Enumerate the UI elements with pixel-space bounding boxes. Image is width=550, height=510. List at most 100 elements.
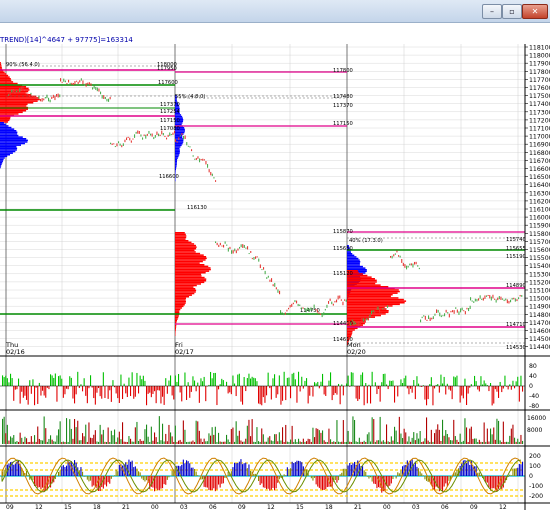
osc3-bar (493, 476, 495, 489)
osc3-bar (365, 471, 367, 476)
candle (331, 301, 333, 305)
volume-profile-bar (0, 152, 13, 154)
osc1-bar (442, 383, 444, 386)
osc1-bar (102, 372, 104, 386)
volume-bar (165, 433, 167, 444)
candle (205, 160, 207, 165)
volume-profile-bar (175, 240, 189, 242)
volume-profile-bar (0, 119, 10, 122)
osc3-bar (184, 463, 186, 476)
trading-chart[interactable]: 1180001179501176001173701172541171501170… (0, 0, 550, 510)
profile-annotation: 55% (4.8.0) (175, 94, 205, 100)
osc3-bar (165, 476, 167, 485)
volume-profile-bar (175, 244, 196, 247)
candle (410, 263, 412, 266)
candle (510, 299, 512, 303)
osc1-bar (312, 386, 314, 397)
osc3-bar (246, 468, 248, 476)
candle (363, 318, 365, 322)
osc1-bar (144, 380, 146, 386)
osc1-bar (48, 386, 50, 390)
volume-bar (411, 437, 413, 444)
osc3-bar (266, 476, 268, 490)
volume-bar (174, 425, 176, 444)
osc1-bar (394, 386, 396, 403)
candle (219, 242, 221, 246)
osc1-bar (123, 383, 125, 386)
volume-profile-bar (175, 283, 201, 285)
osc1-bar (485, 383, 487, 386)
candle (444, 313, 446, 317)
osc1-bar (235, 386, 237, 397)
candle (264, 270, 266, 275)
price-axis-label: 116000 (529, 215, 550, 222)
candle (90, 83, 92, 86)
volume-bar (243, 441, 245, 444)
volume-bar (378, 440, 380, 444)
volume-bar (251, 419, 253, 444)
osc3-bar (26, 471, 28, 476)
volume-bar (262, 434, 264, 444)
candle (229, 246, 231, 250)
osc3-bar (210, 476, 212, 491)
candle (181, 132, 183, 136)
osc1-bar (408, 386, 410, 395)
candle (294, 300, 296, 303)
osc1-bar (109, 386, 111, 391)
volume-bar (10, 436, 12, 444)
candle (27, 93, 29, 95)
volume-bar (435, 429, 437, 444)
candle (476, 299, 478, 302)
candle (95, 86, 97, 90)
osc1-panel (0, 357, 525, 409)
osc1-bar (27, 386, 29, 405)
osc1-bar (325, 386, 327, 396)
candle (162, 133, 164, 136)
candle (66, 83, 68, 85)
price-axis-label: 115000 (529, 296, 550, 303)
candle (239, 246, 241, 249)
volume-bar (99, 424, 101, 444)
osc3-bar (237, 463, 239, 476)
candle (332, 303, 334, 306)
osc3-bar (274, 476, 276, 491)
time-axis-label: 12 (35, 504, 43, 510)
osc3-bar (336, 476, 338, 483)
candle (423, 315, 425, 317)
osc1-bar (118, 386, 120, 403)
volume-bar (424, 438, 426, 444)
candle (289, 305, 291, 308)
candle (482, 297, 484, 301)
volume-profile-bar (0, 97, 40, 99)
osc1-bar (365, 383, 367, 386)
osc1-bar (374, 382, 376, 386)
candle (150, 133, 152, 136)
volume-bar (397, 441, 399, 444)
osc3-bar (374, 476, 376, 485)
osc3-bar (445, 476, 447, 484)
candle (458, 311, 460, 315)
osc1-bar (450, 386, 452, 391)
osc1-bar (40, 386, 42, 396)
volume-bar (130, 438, 132, 444)
volume-bar (211, 427, 213, 444)
osc1-bar (115, 386, 117, 394)
level-label: 114450 (333, 321, 353, 327)
osc3-bar (162, 476, 164, 489)
candle (221, 245, 223, 247)
volume-bar (70, 428, 72, 444)
volume-profile-bar (347, 294, 393, 296)
volume-bar (403, 428, 405, 444)
volume-profile-bar (347, 314, 381, 317)
osc1-bar (269, 386, 271, 389)
volume-bar (253, 441, 255, 444)
candle (56, 93, 58, 97)
candle (371, 310, 373, 315)
volume-profile-bar (0, 130, 17, 132)
osc3-bar (267, 476, 269, 489)
candle (121, 145, 123, 148)
candle (461, 307, 463, 311)
volume-profile-bar (175, 139, 184, 142)
osc1-bar (133, 386, 135, 399)
volume-bar (478, 439, 480, 444)
